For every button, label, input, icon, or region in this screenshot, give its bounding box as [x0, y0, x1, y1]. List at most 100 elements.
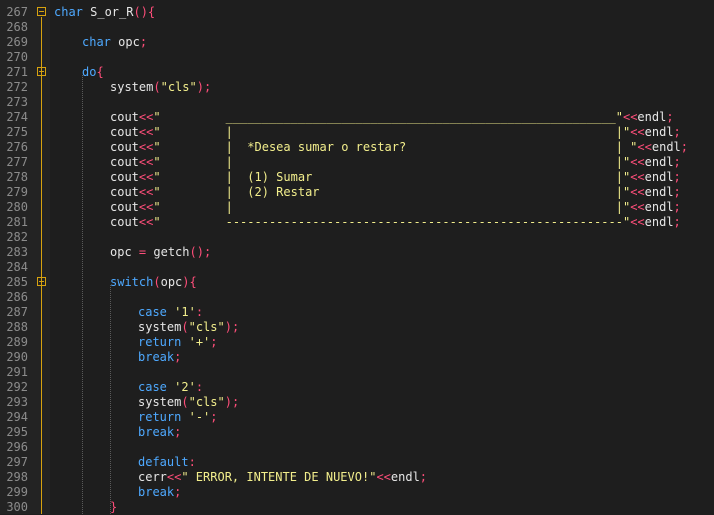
- code-token: break: [138, 350, 175, 364]
- code-token: :: [188, 455, 196, 469]
- code-token: (: [153, 80, 161, 94]
- code-token: <<: [138, 185, 154, 199]
- code-line[interactable]: 291: [0, 365, 714, 380]
- code-token: :: [195, 305, 204, 319]
- code-line[interactable]: 286: [0, 290, 714, 305]
- code-line[interactable]: 298 cerr<<" ERROR, INTENTE DE NUEVO!"<<en…: [0, 470, 714, 485]
- code-text: return '-';: [138, 410, 218, 425]
- code-token: cout: [110, 110, 139, 124]
- line-number: 271: [6, 65, 28, 79]
- code-line[interactable]: 292 case '2':: [0, 380, 714, 395]
- line-number: 267: [6, 5, 28, 19]
- code-token: ;: [174, 485, 182, 499]
- line-number: 270: [6, 50, 28, 64]
- code-line[interactable]: 269 char opc;: [0, 35, 714, 50]
- code-token: ;: [673, 170, 681, 184]
- code-token: (: [181, 320, 189, 334]
- code-text: system("cls");: [138, 395, 239, 410]
- code-line[interactable]: 295 break;: [0, 425, 714, 440]
- code-token: " ERROR, INTENTE DE NUEVO!": [181, 470, 377, 484]
- code-token: <<: [630, 185, 645, 199]
- code-line[interactable]: 280 cout<<" | |"<<endl;: [0, 200, 714, 215]
- code-line[interactable]: 270: [0, 50, 714, 65]
- code-line[interactable]: 281 cout<<" -----------------------------…: [0, 215, 714, 230]
- line-number: 277: [6, 155, 28, 169]
- fold-toggle-icon[interactable]: [37, 7, 46, 16]
- code-text: return '+';: [138, 335, 218, 350]
- code-token: " --------------------------------------…: [153, 215, 631, 229]
- code-token: <<: [138, 155, 154, 169]
- code-text: do{: [82, 65, 104, 80]
- code-token: ;: [673, 125, 681, 139]
- code-line[interactable]: 272 system("cls");: [0, 80, 714, 95]
- indent-guide: [110, 285, 111, 514]
- code-line[interactable]: 296: [0, 440, 714, 455]
- line-number: 275: [6, 125, 28, 139]
- code-token: char: [82, 35, 111, 49]
- code-line[interactable]: 290 break;: [0, 350, 714, 365]
- code-text: cout<<" | (1) Sumar |"<<endl;: [110, 170, 681, 185]
- code-token: <<: [376, 470, 391, 484]
- code-token: <<: [138, 170, 154, 184]
- code-token: ;: [673, 185, 681, 199]
- code-token: default: [138, 455, 189, 469]
- line-number: 288: [6, 320, 28, 334]
- code-line[interactable]: 288 system("cls");: [0, 320, 714, 335]
- code-line[interactable]: 293 system("cls");: [0, 395, 714, 410]
- code-token: opc: [110, 245, 139, 259]
- code-line[interactable]: 277 cout<<" | |"<<endl;: [0, 155, 714, 170]
- code-text: char opc;: [82, 35, 147, 50]
- code-token: S_or_R: [82, 5, 134, 19]
- code-line[interactable]: 297 default:: [0, 455, 714, 470]
- code-token: cerr: [138, 470, 167, 484]
- code-token: (){: [133, 5, 156, 19]
- code-token: do: [82, 65, 97, 79]
- code-line[interactable]: 275 cout<<" | |"<<endl;: [0, 125, 714, 140]
- code-line[interactable]: 276 cout<<" | *Desea sumar o restar? | "<…: [0, 140, 714, 155]
- code-text: default:: [138, 455, 196, 470]
- code-editor[interactable]: 267 char S_or_R(){268 269 char opc; 270 271 do…: [0, 0, 714, 514]
- code-line[interactable]: 268: [0, 20, 714, 35]
- code-token: switch: [110, 275, 154, 289]
- code-token: return: [138, 335, 182, 349]
- code-text: cout<<" ________________________________…: [110, 110, 674, 125]
- code-line[interactable]: 273: [0, 95, 714, 110]
- code-token: cout: [110, 185, 139, 199]
- code-line[interactable]: 294 return '-';: [0, 410, 714, 425]
- code-line[interactable]: 267 char S_or_R(){: [0, 5, 714, 20]
- code-line[interactable]: 284: [0, 260, 714, 275]
- line-number: 278: [6, 170, 28, 184]
- code-line[interactable]: 283 opc = getch();: [0, 245, 714, 260]
- line-number: 283: [6, 245, 28, 259]
- code-line[interactable]: 299 break;: [0, 485, 714, 500]
- code-line[interactable]: 300}: [0, 500, 714, 515]
- code-line[interactable]: 279 cout<<" | (2) Restar |"<<endl;: [0, 185, 714, 200]
- code-token: <<: [138, 110, 154, 124]
- code-line[interactable]: 287 case '1':: [0, 305, 714, 320]
- code-text: cerr<<" ERROR, INTENTE DE NUEVO!"<<endl;: [138, 470, 427, 485]
- code-text: cout<<" --------------------------------…: [110, 215, 681, 230]
- code-token: endl: [644, 185, 674, 199]
- line-number: 287: [6, 305, 28, 319]
- code-token: endl: [637, 110, 667, 124]
- code-token: ;: [174, 350, 182, 364]
- fold-toggle-icon[interactable]: [37, 67, 46, 76]
- code-text: cout<<" | |"<<endl;: [110, 200, 681, 215]
- line-number: 296: [6, 440, 28, 454]
- code-token: );: [196, 80, 212, 94]
- code-token: ;: [210, 335, 218, 349]
- code-line[interactable]: 285 switch(opc){: [0, 275, 714, 290]
- code-text: cout<<" | (2) Restar |"<<endl;: [110, 185, 681, 200]
- line-number: 294: [6, 410, 28, 424]
- code-token: endl: [644, 125, 674, 139]
- code-token: endl: [644, 155, 674, 169]
- code-line[interactable]: 274 cout<<" _____________________________…: [0, 110, 714, 125]
- code-line[interactable]: 271 do{: [0, 65, 714, 80]
- code-line[interactable]: 289 return '+';: [0, 335, 714, 350]
- code-token: <<: [630, 125, 645, 139]
- code-token: <<: [622, 110, 638, 124]
- line-number: 284: [6, 260, 28, 274]
- code-line[interactable]: 282: [0, 230, 714, 245]
- code-line[interactable]: 278 cout<<" | (1) Sumar |"<<endl;: [0, 170, 714, 185]
- fold-toggle-icon[interactable]: [37, 277, 46, 286]
